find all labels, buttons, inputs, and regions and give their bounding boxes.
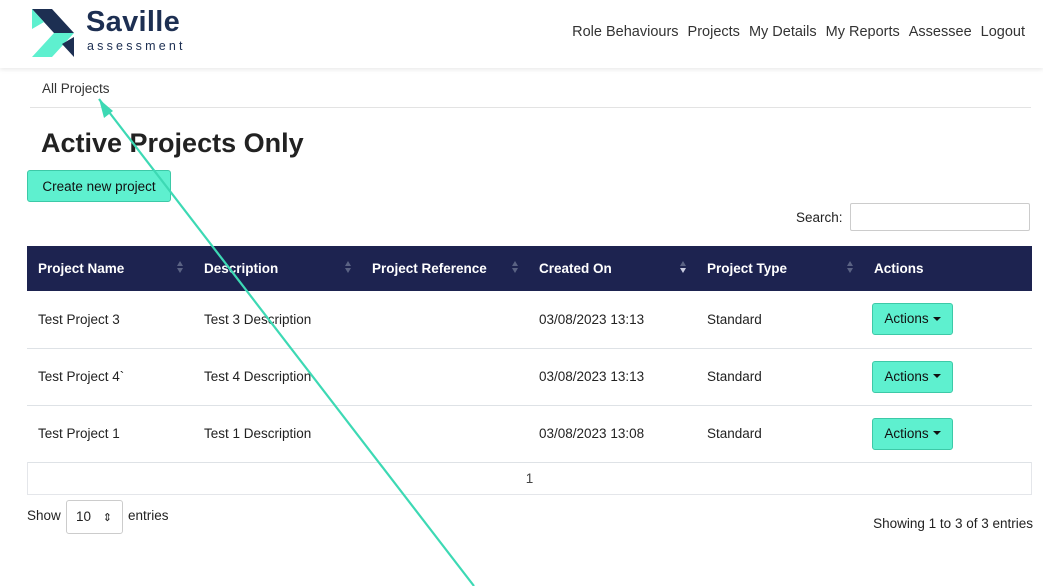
cell-project-reference: [361, 348, 528, 406]
cell-created-on: 03/08/2023 13:08: [528, 405, 696, 463]
caret-down-icon: [932, 430, 941, 435]
table-row: Test Project 4` Test 4 Description 03/08…: [27, 348, 1032, 406]
column-header-description[interactable]: Description: [193, 246, 361, 291]
saville-logo-icon[interactable]: [32, 9, 76, 57]
breadcrumb-divider: [30, 107, 1031, 108]
page-title: Active Projects Only: [41, 128, 304, 158]
cell-description: Test 3 Description: [193, 291, 361, 349]
cell-project-name: Test Project 1: [27, 405, 193, 463]
table-info: Showing 1 to 3 of 3 entries: [873, 516, 1033, 531]
cell-actions: Actions: [863, 405, 1032, 463]
column-header-project-reference[interactable]: Project Reference: [361, 246, 528, 291]
cell-project-reference: [361, 291, 528, 349]
cell-project-type: Standard: [696, 348, 863, 406]
column-header-project-name[interactable]: Project Name: [27, 246, 193, 291]
length-show-label: Show: [27, 508, 61, 523]
length-entries-label: entries: [128, 508, 169, 523]
nav-my-reports[interactable]: My Reports: [826, 24, 900, 40]
nav-role-behaviours[interactable]: Role Behaviours: [572, 24, 678, 40]
actions-button-label: Actions: [884, 368, 929, 384]
search-label: Search:: [796, 210, 843, 225]
cell-description: Test 4 Description: [193, 348, 361, 406]
caret-down-icon: [932, 373, 941, 378]
column-header-created-on[interactable]: Created On: [528, 246, 696, 291]
cell-actions: Actions: [863, 291, 1032, 349]
pagination: 1: [27, 462, 1032, 495]
table-header-row: Project Name Description Project Referen…: [27, 246, 1032, 291]
arrowhead-icon: [99, 99, 113, 118]
actions-dropdown-button[interactable]: Actions: [872, 417, 953, 450]
column-header-label: Description: [204, 261, 279, 276]
column-header-label: Project Type: [707, 261, 788, 276]
brand-subtitle: assessment: [87, 39, 186, 53]
column-header-actions: Actions: [863, 246, 1032, 291]
column-header-project-type[interactable]: Project Type: [696, 246, 863, 291]
select-updown-icon: ⇕: [102, 512, 112, 524]
sort-icon: [176, 261, 184, 275]
cell-project-name: Test Project 4`: [27, 348, 193, 406]
cell-created-on: 03/08/2023 13:13: [528, 291, 696, 349]
nav-logout[interactable]: Logout: [981, 24, 1025, 40]
actions-dropdown-button[interactable]: Actions: [872, 360, 953, 393]
sort-icon: [344, 261, 352, 275]
actions-dropdown-button[interactable]: Actions: [872, 303, 953, 336]
sort-desc-icon: [679, 261, 687, 275]
projects-table: Project Name Description Project Referen…: [27, 246, 1032, 463]
cell-project-type: Standard: [696, 405, 863, 463]
top-navbar: Saville assessment Role Behaviours Proje…: [0, 0, 1043, 68]
cell-project-type: Standard: [696, 291, 863, 349]
breadcrumb-all-projects[interactable]: All Projects: [42, 81, 110, 96]
entries-per-page-value: 10: [76, 509, 92, 524]
sort-icon: [846, 261, 854, 275]
nav-links: Role Behaviours Projects My Details My R…: [572, 24, 1025, 40]
table-row: Test Project 3 Test 3 Description 03/08/…: [27, 291, 1032, 349]
column-header-label: Project Reference: [372, 261, 487, 276]
create-new-project-button[interactable]: Create new project: [27, 170, 171, 202]
nav-assessee[interactable]: Assessee: [909, 24, 972, 40]
column-header-label: Actions: [874, 261, 924, 276]
brand-name[interactable]: Saville: [86, 6, 180, 39]
sort-icon: [511, 261, 519, 275]
nav-projects[interactable]: Projects: [688, 24, 740, 40]
cell-actions: Actions: [863, 348, 1032, 406]
nav-my-details[interactable]: My Details: [749, 24, 817, 40]
actions-button-label: Actions: [884, 311, 929, 327]
cell-project-name: Test Project 3: [27, 291, 193, 349]
table-row: Test Project 1 Test 1 Description 03/08/…: [27, 405, 1032, 463]
cell-description: Test 1 Description: [193, 405, 361, 463]
caret-down-icon: [932, 316, 941, 321]
search-input[interactable]: [850, 203, 1030, 231]
column-header-label: Project Name: [38, 261, 125, 276]
column-header-label: Created On: [539, 261, 612, 276]
page-1-link[interactable]: 1: [526, 471, 534, 486]
cell-created-on: 03/08/2023 13:13: [528, 348, 696, 406]
cell-project-reference: [361, 405, 528, 463]
entries-per-page-select[interactable]: 10 ⇕: [66, 500, 123, 534]
actions-button-label: Actions: [884, 425, 929, 441]
